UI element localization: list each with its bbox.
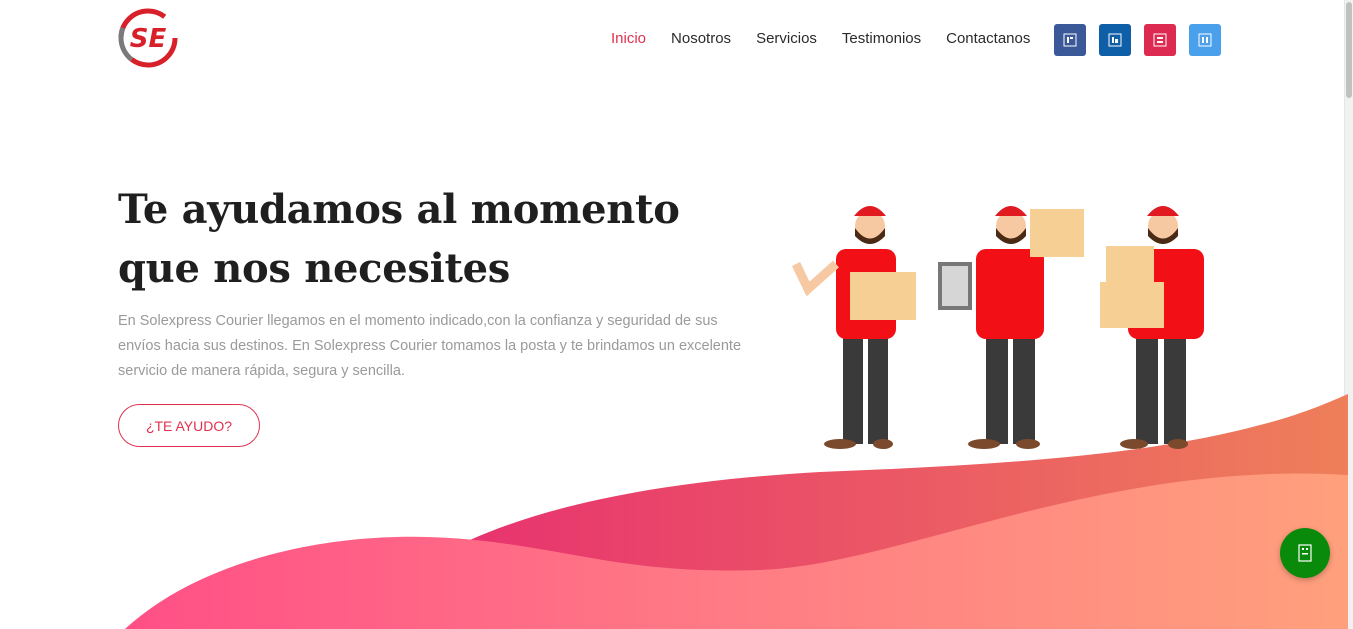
- hero-title: Te ayudamos al momento que nos necesites: [118, 180, 758, 298]
- main-nav: Inicio Nosotros Servicios Testimonios Co…: [611, 30, 1030, 48]
- brand-logo[interactable]: SE: [117, 7, 179, 69]
- instagram-icon: [1153, 33, 1167, 47]
- twitter-icon: [1198, 33, 1212, 47]
- couriers-illustration: [791, 206, 1204, 449]
- nav-link-servicios[interactable]: Servicios: [756, 30, 817, 48]
- hero-description: En Solexpress Courier llegamos en el mom…: [118, 313, 742, 379]
- hero-title-line-2: que nos necesites: [118, 245, 511, 292]
- instagram-button[interactable]: [1144, 24, 1176, 56]
- svg-text:SE: SE: [130, 24, 167, 54]
- scrollbar-thumb[interactable]: [1346, 2, 1352, 98]
- courier-clipboard: [938, 206, 1084, 449]
- courier-thumbs-up: [791, 206, 916, 449]
- social-links: [1054, 24, 1221, 56]
- hero-title-line-1: Te ayudamos al momento: [118, 186, 680, 233]
- courier-stacked-boxes: [1100, 206, 1204, 449]
- twitter-button[interactable]: [1189, 24, 1221, 56]
- nav-link-contactanos[interactable]: Contactanos: [946, 30, 1030, 48]
- nav-link-testimonios[interactable]: Testimonios: [842, 30, 921, 48]
- nav-link-inicio[interactable]: Inicio: [611, 30, 646, 48]
- whatsapp-icon: [1298, 544, 1312, 562]
- linkedin-button[interactable]: [1099, 24, 1131, 56]
- linkedin-icon: [1108, 33, 1122, 47]
- facebook-button[interactable]: [1054, 24, 1086, 56]
- nav-link-nosotros[interactable]: Nosotros: [671, 30, 731, 48]
- help-cta-button[interactable]: ¿TE AYUDO?: [118, 404, 260, 447]
- whatsapp-button[interactable]: [1280, 528, 1330, 578]
- facebook-icon: [1063, 33, 1077, 47]
